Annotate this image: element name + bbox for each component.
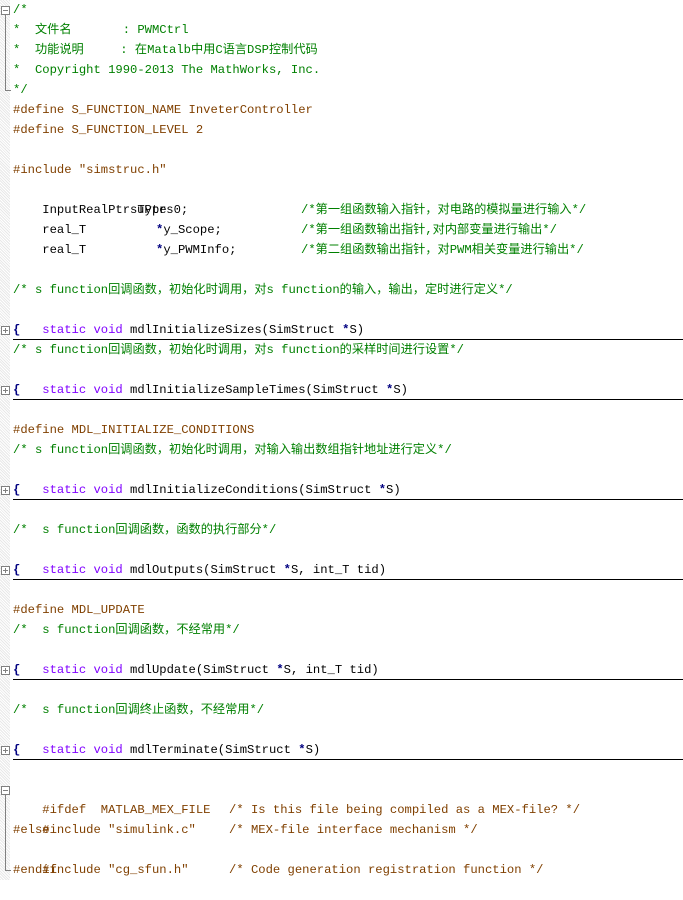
function-keywords: static void [42,563,123,577]
function-name: mdlOutputs(SimStruct [122,563,284,577]
define-function-name: #define S_FUNCTION_NAME InveterControlle… [13,103,313,117]
expand-icon[interactable] [1,666,10,675]
declaration-line: real_T *y_Scope;/*第一组函数输出指针,对内部变量进行输出*/ [13,200,557,237]
collapsed-brace[interactable]: { [13,480,20,500]
function-keywords: static void [42,323,123,337]
function-comment: /* s function回调函数，初始化时调用，对输入输出数组指针地址进行定义… [13,443,452,457]
function-comment: /* s function回调函数，初始化时调用，对s function的输入，… [13,283,513,297]
function-params-tail: S) [305,743,321,757]
expand-icon[interactable] [1,486,10,495]
function-params-tail: S) [393,383,408,397]
function-comment: /* s function回调函数，初始化时调用，对s function的采样时… [13,343,464,357]
expand-icon[interactable] [1,746,10,755]
define-mdl-initialize-conditions: #define MDL_INITIALIZE_CONDITIONS [13,423,255,437]
declaration-name: uPtrs0; [137,203,189,217]
function-name: mdlUpdate(SimStruct [122,663,277,677]
function-params-tail: S, int_T tid) [283,663,379,677]
collapsed-brace[interactable]: { [13,660,20,680]
pointer-operator: * [378,483,387,497]
endif-directive: #endif [13,863,57,877]
expand-icon[interactable] [1,566,10,575]
comment-open: /* [13,3,28,17]
declaration-comment: /*第一组函数输入指针，对电路的模拟量进行输入*/ [301,203,587,217]
declaration-comment: /*第一组函数输出指针,对内部变量进行输出*/ [301,223,557,237]
function-signature: static void mdlInitializeConditions(SimS… [13,460,400,497]
collapsed-brace[interactable]: { [13,380,20,400]
include-comment: /* Code generation registration function… [229,863,544,877]
function-comment: /* s function回调函数，不经常用*/ [13,623,240,637]
comment-close: */ [13,83,28,97]
define-mdl-update: #define MDL_UPDATE [13,603,145,617]
include-directive: #include "cg_sfun.h" [42,863,189,877]
collapsed-block-separator [13,499,683,500]
function-keywords: static void [42,743,123,757]
include-simulink: #include "simulink.c" /* MEX-file interfa… [13,800,477,837]
collapsed-brace[interactable]: { [13,320,20,340]
function-signature: static void mdlInitializeSizes(SimStruct… [13,300,364,337]
function-name: mdlInitializeSampleTimes(SimStruct [122,383,387,397]
fold-guide-end [5,90,11,91]
function-params-tail: S) [349,323,365,337]
function-name: mdlInitializeConditions(SimStruct [122,483,379,497]
expand-icon[interactable] [1,386,10,395]
comment-copyright: * Copyright 1990-2013 The MathWorks, Inc… [13,63,321,77]
function-name: mdlInitializeSizes(SimStruct [122,323,343,337]
collapsed-block-separator [13,679,683,680]
include-cg-sfun: #include "cg_sfun.h" /* Code generation r… [13,840,543,877]
function-signature: static void mdlOutputs(SimStruct *S, int… [13,540,386,577]
collapsed-block-separator [13,399,683,400]
function-comment: /* s function回调函数，函数的执行部分*/ [13,523,277,537]
function-name: mdlTerminate(SimStruct [122,743,299,757]
define-function-level: #define S_FUNCTION_LEVEL 2 [13,123,204,137]
comment-filename: * 文件名 : PWMCtrl [13,23,189,37]
include-simstruc: #include "simstruc.h" [13,163,167,177]
fold-guide [5,795,6,870]
function-signature: static void mdlInitializeSampleTimes(Sim… [13,360,408,397]
collapse-icon[interactable] [1,786,10,795]
declaration-line: InputRealPtrsType uPtrs0;/*第一组函数输入指针，对电路的… [13,180,586,217]
pointer-operator: * [276,663,284,677]
collapsed-brace[interactable]: { [13,740,20,760]
include-directive: #include "simulink.c" [42,823,196,837]
function-keywords: static void [42,483,123,497]
declaration-comment: /*第二组函数输出指针，对PWM相关变量进行输出*/ [301,243,584,257]
function-signature: static void mdlUpdate(SimStruct *S, int_… [13,640,378,677]
ifdef-comment: /* Is this file being compiled as a MEX-… [229,803,581,817]
function-params-tail: S, int_T tid) [290,563,387,577]
comment-description: * 功能说明 : 在Matalb中用C语言DSP控制代码 [13,43,318,57]
declaration-type: real_T [42,243,87,257]
collapsed-block-separator [13,759,683,760]
function-keywords: static void [42,383,123,397]
ifdef-mex-file: #ifdef MATLAB_MEX_FILE/* Is this file be… [13,780,580,817]
declaration-name: *y_PWMInfo; [156,243,237,257]
include-comment: /* MEX-file interface mechanism */ [229,823,478,837]
fold-guide-end [5,870,11,871]
collapsed-brace[interactable]: { [13,560,20,580]
function-params-tail: S) [386,483,401,497]
fold-guide [5,15,6,90]
function-signature: static void mdlTerminate(SimStruct *S) [13,720,320,757]
declaration-line: real_T *y_PWMInfo; /*第二组函数输出指针，对PWM相关变量进行输… [13,220,584,257]
collapse-icon[interactable] [1,6,10,15]
pointer-operator: * [298,743,306,757]
expand-icon[interactable] [1,326,10,335]
function-comment: /* s function回调终止函数，不经常用*/ [13,703,265,717]
else-directive: #else [13,823,50,837]
collapsed-block-separator [13,579,683,580]
function-keywords: static void [42,663,123,677]
declaration-name: *y_Scope; [156,223,222,237]
pointer-operator: * [283,563,291,577]
